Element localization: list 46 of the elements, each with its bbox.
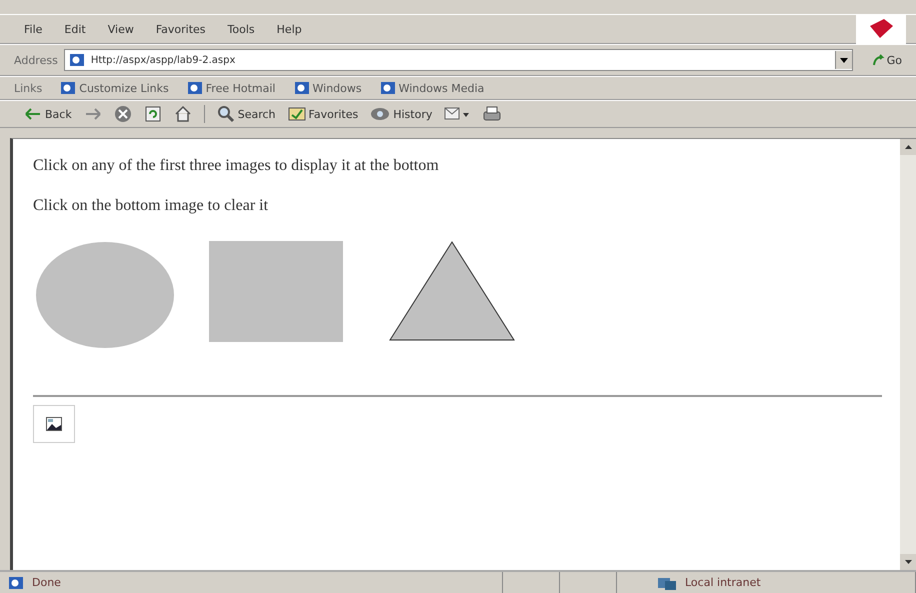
instruction-text: Click on any of the first three images to display it at the bottom: [33, 157, 440, 175]
search-button[interactable]: Search: [216, 105, 276, 123]
status-text: Done: [32, 576, 61, 589]
instruction-text: Click on the bottom image to clear it: [33, 197, 270, 215]
caret-icon: [840, 58, 848, 62]
scrollbar[interactable]: [900, 139, 916, 570]
menu-item[interactable]: View: [108, 22, 134, 36]
favorites-button[interactable]: Favorites: [288, 106, 358, 122]
link-item[interactable]: Customize Links: [60, 81, 169, 95]
search-icon: [216, 105, 235, 123]
broken-image[interactable]: [33, 405, 75, 443]
stop-button[interactable]: [114, 105, 132, 123]
menu-item[interactable]: Favorites: [156, 22, 206, 36]
dropdown-button[interactable]: [834, 51, 852, 69]
page-icon: [8, 576, 24, 590]
triangle-image[interactable]: [389, 241, 515, 341]
menu-item[interactable]: File: [24, 22, 42, 36]
scroll-up-button[interactable]: [900, 139, 916, 155]
links-label: Links: [14, 82, 42, 94]
page-icon: [68, 53, 85, 67]
link-item[interactable]: Windows Media: [380, 81, 484, 95]
scroll-down-button[interactable]: [900, 554, 916, 570]
page-icon: [294, 81, 310, 95]
address-label: Address: [14, 54, 58, 66]
folder-check-icon: [288, 106, 306, 122]
go-button[interactable]: Go: [868, 54, 906, 66]
menu-item[interactable]: Edit: [64, 22, 86, 36]
back-button[interactable]: Back: [24, 108, 72, 120]
home-button[interactable]: [174, 105, 192, 123]
link-item[interactable]: Free Hotmail: [186, 81, 276, 95]
up-arrow-icon: [904, 145, 912, 149]
address-field[interactable]: Http://aspx/aspp/lab9-2.aspx: [64, 49, 853, 71]
back-arrow-icon: [24, 108, 42, 120]
zone-text: Local intranet: [685, 576, 761, 589]
menu-item[interactable]: Tools: [228, 22, 255, 36]
menu-item[interactable]: Help: [276, 22, 302, 36]
page-icon: [380, 81, 396, 95]
arrow-icon: [872, 54, 885, 66]
refresh-button[interactable]: [144, 105, 162, 123]
history-button[interactable]: History: [370, 106, 432, 122]
print-button[interactable]: [482, 106, 502, 122]
down-arrow-icon: [904, 560, 912, 564]
page-icon: [186, 81, 203, 95]
page-icon: [60, 81, 76, 95]
mail-button[interactable]: [444, 106, 470, 122]
link-item[interactable]: Windows: [294, 81, 362, 95]
